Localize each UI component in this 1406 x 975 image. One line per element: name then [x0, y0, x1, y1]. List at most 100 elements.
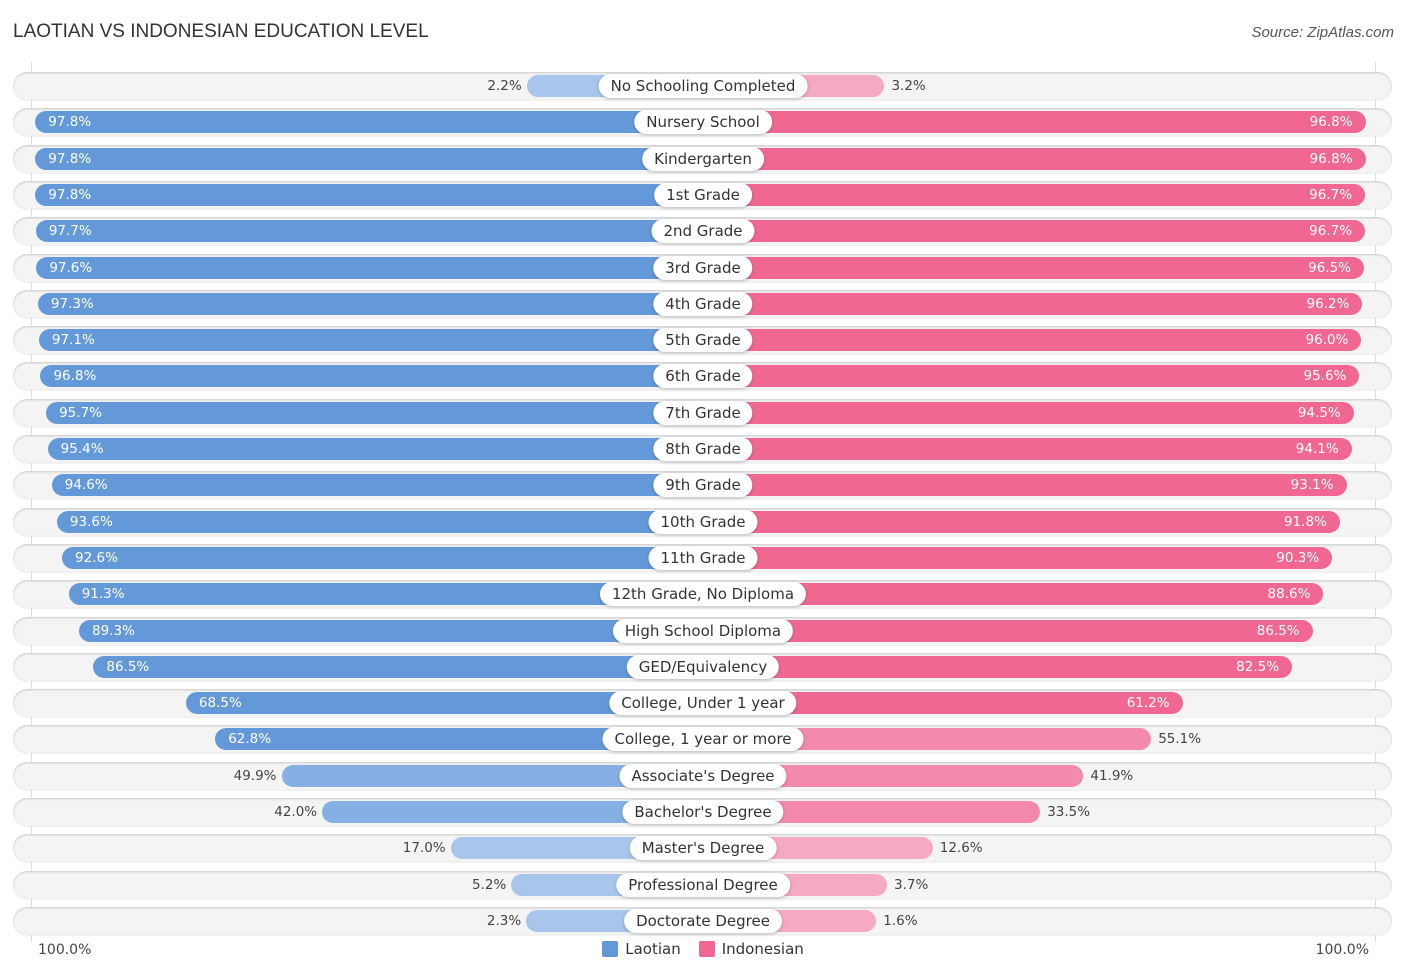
- bar-indonesian: [703, 474, 1347, 497]
- bar-indonesian: [703, 619, 1313, 642]
- category-label: High School Diploma: [612, 618, 794, 643]
- value-label-laotian: 5.2%: [471, 876, 507, 893]
- bar-laotian: [78, 619, 703, 642]
- category-label: Bachelor's Degree: [622, 800, 784, 824]
- value-label-laotian: 94.6%: [64, 477, 108, 494]
- value-label-indonesian: 12.6%: [939, 840, 983, 857]
- category-label: Professional Degree: [616, 872, 790, 897]
- value-label-laotian: 17.0%: [402, 840, 446, 857]
- value-label-indonesian: 96.7%: [1309, 186, 1353, 203]
- value-label-indonesian: 96.0%: [1305, 332, 1349, 349]
- bar-indonesian: [703, 365, 1360, 388]
- category-label: 6th Grade: [653, 364, 753, 389]
- value-label-laotian: 97.7%: [48, 223, 92, 240]
- category-label: 4th Grade: [653, 291, 753, 316]
- bar-laotian: [35, 183, 703, 206]
- value-label-indonesian: 94.5%: [1297, 404, 1341, 421]
- category-label: College, Under 1 year: [609, 691, 797, 716]
- bar-laotian: [37, 292, 703, 315]
- bar-laotian: [38, 329, 703, 352]
- category-label: 12th Grade, No Diploma: [599, 582, 807, 607]
- value-label-indonesian: 91.8%: [1283, 513, 1327, 530]
- bar-indonesian: [703, 655, 1293, 678]
- bar-laotian: [36, 256, 703, 279]
- value-label-indonesian: 93.1%: [1290, 477, 1334, 494]
- category-label: 1st Grade: [654, 182, 752, 207]
- value-label-laotian: 86.5%: [106, 658, 150, 675]
- value-label-laotian: 95.4%: [60, 441, 104, 457]
- value-label-laotian: 97.1%: [51, 332, 95, 349]
- category-label: 11th Grade: [648, 545, 758, 570]
- legend-swatch-indonesian: [698, 941, 715, 957]
- category-label: No Schooling Completed: [598, 74, 808, 98]
- value-label-indonesian: 96.8%: [1309, 114, 1353, 131]
- category-label: Associate's Degree: [619, 763, 787, 788]
- value-label-indonesian: 1.6%: [883, 912, 918, 929]
- legend-item-laotian: Laotian: [602, 940, 681, 958]
- category-label: Master's Degree: [629, 836, 777, 861]
- legend-swatch-laotian: [602, 941, 619, 957]
- value-label-indonesian: 41.9%: [1090, 767, 1134, 784]
- bar-indonesian: [703, 510, 1340, 533]
- bar-laotian: [35, 111, 703, 134]
- value-label-laotian: 93.6%: [69, 513, 113, 530]
- value-label-laotian: 92.6%: [75, 549, 118, 566]
- bar-laotian: [62, 546, 703, 569]
- value-label-indonesian: 95.6%: [1303, 368, 1347, 385]
- value-label-laotian: 97.8%: [48, 114, 92, 131]
- category-label: 9th Grade: [653, 473, 753, 498]
- bar-indonesian: [703, 546, 1333, 569]
- value-label-laotian: 97.6%: [49, 259, 93, 276]
- bar-indonesian: [703, 111, 1366, 134]
- category-label: GED/Equivalency: [626, 654, 780, 679]
- bar-laotian: [35, 220, 703, 243]
- value-label-indonesian: 86.5%: [1256, 622, 1300, 639]
- bar-laotian: [40, 365, 703, 388]
- category-label: 2nd Grade: [651, 219, 755, 244]
- value-label-indonesian: 96.5%: [1308, 259, 1352, 276]
- value-label-laotian: 95.7%: [59, 404, 102, 421]
- category-label: 5th Grade: [653, 328, 753, 353]
- value-label-laotian: 68.5%: [198, 695, 242, 712]
- value-label-laotian: 2.2%: [487, 78, 522, 94]
- value-label-indonesian: 61.2%: [1126, 695, 1170, 712]
- value-label-indonesian: 96.7%: [1309, 223, 1353, 240]
- value-label-laotian: 91.3%: [81, 586, 125, 603]
- value-label-indonesian: 3.7%: [894, 876, 929, 893]
- legend-item-indonesian: Indonesian: [698, 940, 804, 958]
- bar-indonesian: [703, 438, 1352, 460]
- legend-label-laotian: Laotian: [625, 940, 681, 958]
- category-label: Kindergarten: [642, 146, 764, 171]
- value-label-indonesian: 33.5%: [1047, 804, 1091, 820]
- legend-label-indonesian: Indonesian: [721, 940, 804, 958]
- value-label-laotian: 96.8%: [53, 368, 97, 385]
- value-label-indonesian: 3.2%: [891, 78, 926, 94]
- value-label-indonesian: 88.6%: [1267, 586, 1311, 603]
- bar-laotian: [51, 474, 703, 497]
- category-label: 3rd Grade: [653, 255, 753, 280]
- value-label-laotian: 97.3%: [50, 295, 94, 312]
- value-label-laotian: 2.3%: [486, 912, 522, 929]
- bar-indonesian: [703, 329, 1362, 352]
- value-label-laotian: 97.8%: [48, 186, 92, 203]
- value-label-laotian: 97.8%: [48, 150, 92, 167]
- legend: Laotian Indonesian: [0, 940, 1406, 958]
- value-label-indonesian: 94.1%: [1295, 441, 1339, 457]
- bar-laotian: [93, 655, 703, 678]
- value-label-laotian: 42.0%: [274, 804, 318, 820]
- value-label-indonesian: 96.2%: [1306, 295, 1350, 312]
- bar-laotian: [35, 147, 703, 170]
- bar-laotian: [46, 401, 703, 424]
- value-label-laotian: 49.9%: [233, 767, 277, 784]
- category-label: Nursery School: [634, 110, 772, 135]
- category-label: 7th Grade: [653, 400, 753, 425]
- value-label-indonesian: 82.5%: [1236, 658, 1280, 675]
- category-label: 8th Grade: [653, 437, 753, 461]
- bar-indonesian: [703, 401, 1354, 424]
- category-label: Doctorate Degree: [624, 908, 782, 933]
- chart-rows: 2.2% 3.2% No Schooling Completed 97.8% 96.8%…: [0, 0, 1406, 975]
- category-label: 10th Grade: [648, 509, 758, 534]
- bar-indonesian: [703, 292, 1363, 315]
- value-label-laotian: 62.8%: [228, 731, 272, 748]
- bar-indonesian: [703, 256, 1364, 279]
